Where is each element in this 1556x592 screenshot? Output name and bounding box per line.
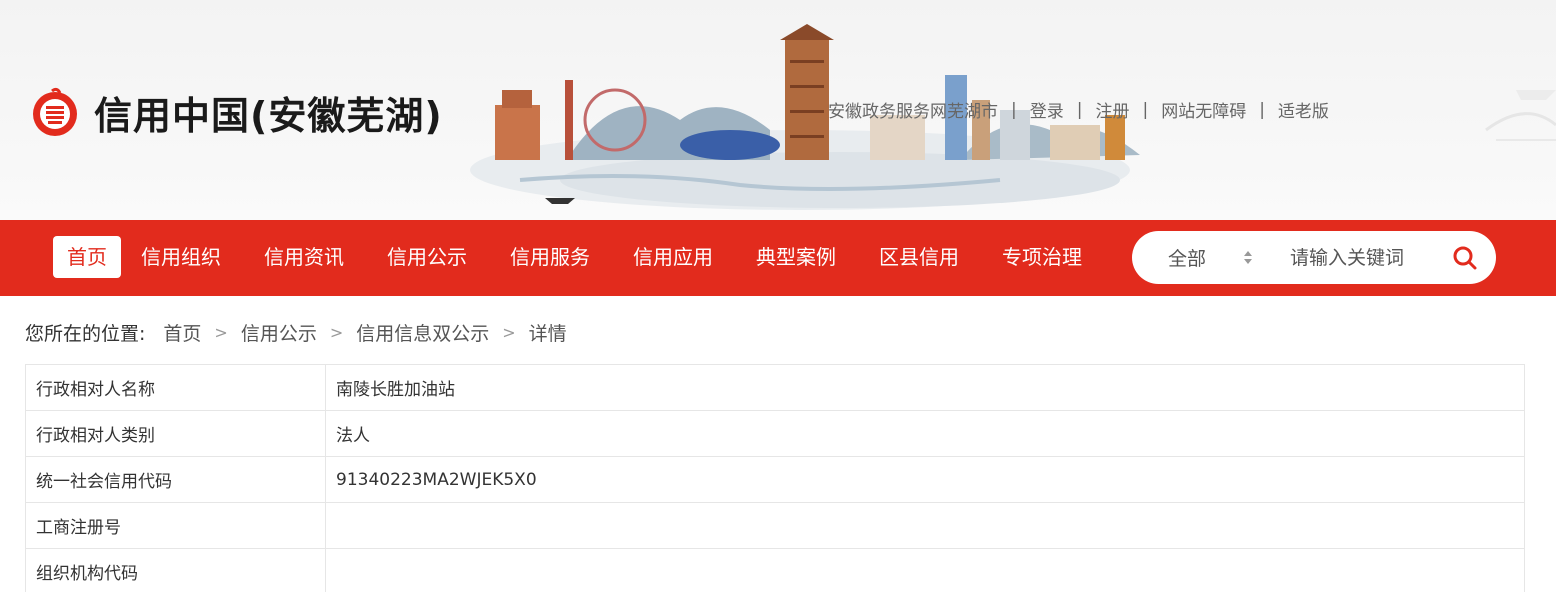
select-updown-icon [1244, 251, 1252, 264]
breadcrumb-home[interactable]: 首页 [163, 319, 201, 346]
field-value: 91340223MA2WJEK5X0 [325, 456, 1525, 503]
nav-item-credit-applications[interactable]: 信用应用 [633, 236, 713, 278]
accessibility-link[interactable]: 网站无障碍 [1161, 97, 1246, 122]
field-value: 南陵长胜加油站 [325, 364, 1525, 411]
breadcrumb-separator: > [329, 323, 344, 342]
nav-item-home[interactable]: 首页 [53, 236, 121, 278]
register-link[interactable]: 注册 [1095, 97, 1129, 122]
decorative-pavilion-watermark [1485, 90, 1556, 141]
nav-item-special-governance[interactable]: 专项治理 [1002, 236, 1082, 278]
breadcrumb-separator: > [502, 323, 516, 342]
credit-china-emblem-icon [33, 87, 77, 136]
main-nav: 首页 信用组织 信用资讯 信用公示 信用服务 信用应用 典型案例 区县信用 专项… [0, 220, 1556, 296]
nav-item-credit-organization[interactable]: 信用组织 [141, 236, 221, 278]
link-separator: | [1142, 99, 1149, 120]
field-label: 行政相对人名称 [25, 364, 326, 411]
search-scope-select[interactable]: 全部 [1168, 231, 1268, 284]
nav-item-credit-publicity[interactable]: 信用公示 [387, 236, 467, 278]
nav-item-typical-cases[interactable]: 典型案例 [756, 236, 836, 278]
table-row: 行政相对人类别 法人 [25, 410, 1525, 457]
table-row: 行政相对人名称 南陵长胜加油站 [25, 364, 1525, 411]
nav-item-credit-services[interactable]: 信用服务 [510, 236, 590, 278]
field-label: 组织机构代码 [25, 548, 326, 592]
field-label: 工商注册号 [25, 502, 326, 549]
link-separator: | [1076, 99, 1083, 120]
table-row: 统一社会信用代码 91340223MA2WJEK5X0 [25, 456, 1525, 503]
breadcrumb-double-publicity[interactable]: 信用信息双公示 [356, 319, 489, 346]
nav-item-credit-news[interactable]: 信用资讯 [264, 236, 344, 278]
field-value [325, 548, 1525, 592]
top-links: 安徽政务服务网芜湖市 | 登录 | 注册 | 网站无障碍 | 适老版 [828, 97, 1329, 123]
field-label: 行政相对人类别 [25, 410, 326, 457]
link-separator: | [1011, 99, 1017, 120]
search-scope-value: 全部 [1168, 248, 1207, 270]
breadcrumb: 您所在的位置: 首页 > 信用公示 > 信用信息双公示 > 详情 [25, 319, 567, 346]
field-value [325, 502, 1525, 549]
site-title: 信用中国(安徽芜湖) [94, 93, 443, 138]
breadcrumb-credit-publicity[interactable]: 信用公示 [241, 319, 317, 346]
gov-service-link[interactable]: 安徽政务服务网芜湖市 [828, 97, 998, 122]
login-link[interactable]: 登录 [1030, 97, 1064, 122]
site-header: 信用中国(安徽芜湖) 安徽政务服务网芜湖市 | 登录 | 注册 | 网站无障碍 … [0, 0, 1556, 220]
breadcrumb-label: 您所在的位置: [25, 323, 146, 345]
breadcrumb-separator: > [214, 323, 228, 342]
search-input[interactable] [1290, 243, 1440, 273]
detail-table: 行政相对人名称 南陵长胜加油站 行政相对人类别 法人 统一社会信用代码 9134… [25, 364, 1525, 592]
search-icon[interactable] [1452, 245, 1478, 271]
field-label: 统一社会信用代码 [25, 456, 326, 503]
table-row: 工商注册号 [25, 502, 1525, 549]
nav-item-district-credit[interactable]: 区县信用 [879, 236, 959, 278]
breadcrumb-detail: 详情 [528, 323, 567, 345]
elderly-mode-link[interactable]: 适老版 [1278, 97, 1329, 122]
field-value: 法人 [325, 410, 1525, 457]
table-row: 组织机构代码 [25, 548, 1525, 592]
link-separator: | [1259, 99, 1265, 120]
search-box: 全部 [1132, 231, 1496, 284]
site-logo[interactable]: 信用中国(安徽芜湖) [30, 84, 443, 140]
